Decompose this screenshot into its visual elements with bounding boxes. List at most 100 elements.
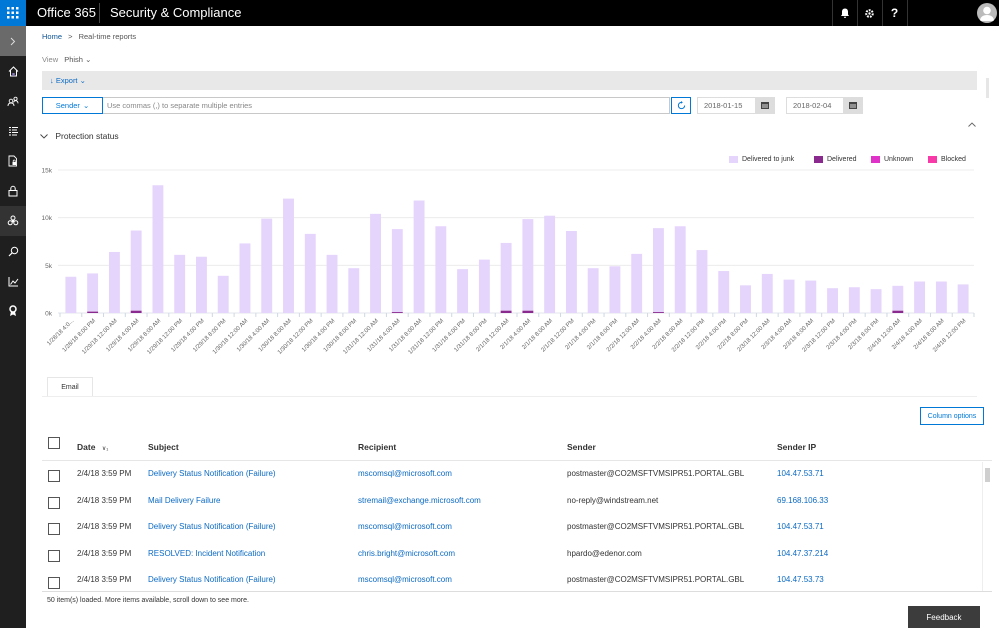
cell-subject-link[interactable]: Mail Delivery Failure <box>148 496 220 505</box>
row-checkbox[interactable] <box>48 523 60 535</box>
cell-recipient-link[interactable]: chris.bright@microsoft.com <box>358 549 455 558</box>
bar-delivered-to-junk[interactable] <box>152 185 164 313</box>
bar-delivered-to-junk[interactable] <box>674 226 686 313</box>
bar-delivered-to-junk[interactable] <box>326 254 338 313</box>
bar-delivered-to-junk[interactable] <box>500 242 512 311</box>
cell-subject-link[interactable]: RESOLVED: Incident Notification <box>148 549 265 558</box>
row-checkbox[interactable] <box>48 549 60 562</box>
filter-input[interactable]: Use commas (,) to separate multiple entr… <box>103 97 670 114</box>
bar-delivered-to-junk[interactable] <box>522 219 534 311</box>
column-header-sender-ip[interactable]: Sender IP <box>777 442 816 452</box>
bar-delivered[interactable] <box>522 310 534 313</box>
bar-delivered-to-junk[interactable] <box>870 289 882 313</box>
nav-home[interactable] <box>0 56 26 86</box>
bar-delivered-to-junk[interactable] <box>391 229 403 313</box>
bar-delivered-to-junk[interactable] <box>544 215 556 313</box>
bar-delivered-to-junk[interactable] <box>783 279 795 313</box>
bar-delivered-to-junk[interactable] <box>827 288 838 313</box>
bar-delivered-to-junk[interactable] <box>457 269 469 313</box>
bar-delivered-to-junk[interactable] <box>914 281 926 313</box>
bar-delivered-to-junk[interactable] <box>174 254 186 313</box>
bar-delivered-to-junk[interactable] <box>435 226 447 313</box>
nav-data-loss-prevention[interactable] <box>0 146 26 176</box>
view-dropdown[interactable]: Phish ⌄ <box>64 55 91 64</box>
cell-sender-ip-link[interactable]: 104.47.53.71 <box>777 522 824 531</box>
page-scrollbar[interactable] <box>986 78 989 98</box>
end-date-input[interactable]: 2018-02-04 <box>786 97 844 114</box>
column-header-recipient[interactable]: Recipient <box>358 442 396 452</box>
select-all-checkbox[interactable] <box>48 437 60 449</box>
bar-delivered-to-junk[interactable] <box>718 271 730 313</box>
scrollbar-thumb[interactable] <box>985 468 990 482</box>
bar-delivered-to-junk[interactable] <box>892 285 904 311</box>
row-checkbox[interactable] <box>48 496 60 509</box>
bar-delivered[interactable] <box>87 311 99 313</box>
start-date-input[interactable]: 2018-01-15 <box>697 97 756 114</box>
bar-delivered[interactable] <box>892 310 904 313</box>
bar-delivered[interactable] <box>391 312 403 313</box>
cell-recipient-link[interactable]: mscomsql@microsoft.com <box>358 575 452 584</box>
bar-delivered-to-junk[interactable] <box>609 266 621 313</box>
protection-status-toggle[interactable]: Protection status <box>40 131 119 141</box>
nav-data-governance[interactable] <box>0 176 26 206</box>
end-date-picker-button[interactable] <box>843 97 863 114</box>
bar-delivered-to-junk[interactable] <box>740 285 751 313</box>
settings-button[interactable] <box>857 0 881 26</box>
bar-delivered-to-junk[interactable] <box>631 253 643 313</box>
bar-delivered-to-junk[interactable] <box>283 198 294 313</box>
bar-delivered[interactable] <box>500 310 512 313</box>
bar-delivered[interactable] <box>130 310 142 313</box>
cell-sender-ip-link[interactable]: 104.47.37.214 <box>777 549 828 558</box>
bar-delivered-to-junk[interactable] <box>239 243 251 313</box>
table-row[interactable]: 2/4/18 3:59 PM Delivery Status Notificat… <box>42 462 982 489</box>
cell-subject-link[interactable]: Delivery Status Notification (Failure) <box>148 522 276 531</box>
bar-delivered-to-junk[interactable] <box>304 233 316 313</box>
nav-permissions[interactable] <box>0 86 26 116</box>
cell-recipient-link[interactable]: mscomsql@microsoft.com <box>358 522 452 531</box>
cell-sender-ip-link[interactable]: 104.47.53.71 <box>777 469 824 478</box>
bar-delivered-to-junk[interactable] <box>957 284 969 313</box>
nav-search[interactable] <box>0 236 26 266</box>
bar-delivered-to-junk[interactable] <box>130 230 142 311</box>
bar-delivered-to-junk[interactable] <box>587 268 599 313</box>
column-header-subject[interactable]: Subject <box>148 442 179 452</box>
bar-delivered-to-junk[interactable] <box>848 287 860 313</box>
cell-subject-link[interactable]: Delivery Status Notification (Failure) <box>148 575 276 584</box>
start-date-picker-button[interactable] <box>755 97 775 114</box>
table-scrollbar[interactable] <box>982 462 991 591</box>
bar-delivered-to-junk[interactable] <box>761 273 773 313</box>
bar-delivered-to-junk[interactable] <box>261 218 273 313</box>
filter-field-dropdown[interactable]: Sender ⌄ <box>42 97 103 114</box>
table-row[interactable]: 2/4/18 3:59 PM Mail Delivery Failure str… <box>42 489 982 516</box>
bar-delivered-to-junk[interactable] <box>565 231 577 313</box>
bar-delivered[interactable] <box>653 312 664 313</box>
collapse-filters-button[interactable] <box>968 119 976 129</box>
nav-service-assurance[interactable] <box>0 296 26 326</box>
bar-delivered-to-junk[interactable] <box>196 256 207 313</box>
help-button[interactable]: ? <box>882 0 906 26</box>
row-checkbox[interactable] <box>48 577 60 589</box>
column-options-button[interactable]: Column options <box>920 407 984 425</box>
bar-delivered-to-junk[interactable] <box>478 259 490 313</box>
row-checkbox[interactable] <box>48 470 60 482</box>
cell-recipient-link[interactable]: stremail@exchange.microsoft.com <box>358 496 481 505</box>
cell-recipient-link[interactable]: mscomsql@microsoft.com <box>358 469 452 478</box>
bar-delivered-to-junk[interactable] <box>348 268 360 313</box>
cell-sender-ip-link[interactable]: 69.168.106.33 <box>777 496 828 505</box>
cell-subject-link[interactable]: Delivery Status Notification (Failure) <box>148 469 276 478</box>
nav-classifications[interactable] <box>0 116 26 146</box>
table-row[interactable]: 2/4/18 3:59 PM Delivery Status Notificat… <box>42 515 982 542</box>
notifications-button[interactable] <box>832 0 856 26</box>
bar-delivered-to-junk[interactable] <box>87 273 99 312</box>
nav-reports[interactable] <box>0 266 26 296</box>
cell-sender-ip-link[interactable]: 104.47.53.73 <box>777 575 824 584</box>
bar-delivered-to-junk[interactable] <box>370 213 381 313</box>
feedback-button[interactable]: Feedback <box>908 606 980 628</box>
bar-delivered-to-junk[interactable] <box>653 228 664 313</box>
breadcrumb-home-link[interactable]: Home <box>42 32 62 41</box>
avatar[interactable] <box>977 3 997 23</box>
app-title[interactable]: Security & Compliance <box>110 5 242 20</box>
refresh-button[interactable] <box>671 97 691 114</box>
bar-delivered-to-junk[interactable] <box>108 251 120 313</box>
expand-nav-button[interactable] <box>0 26 26 56</box>
